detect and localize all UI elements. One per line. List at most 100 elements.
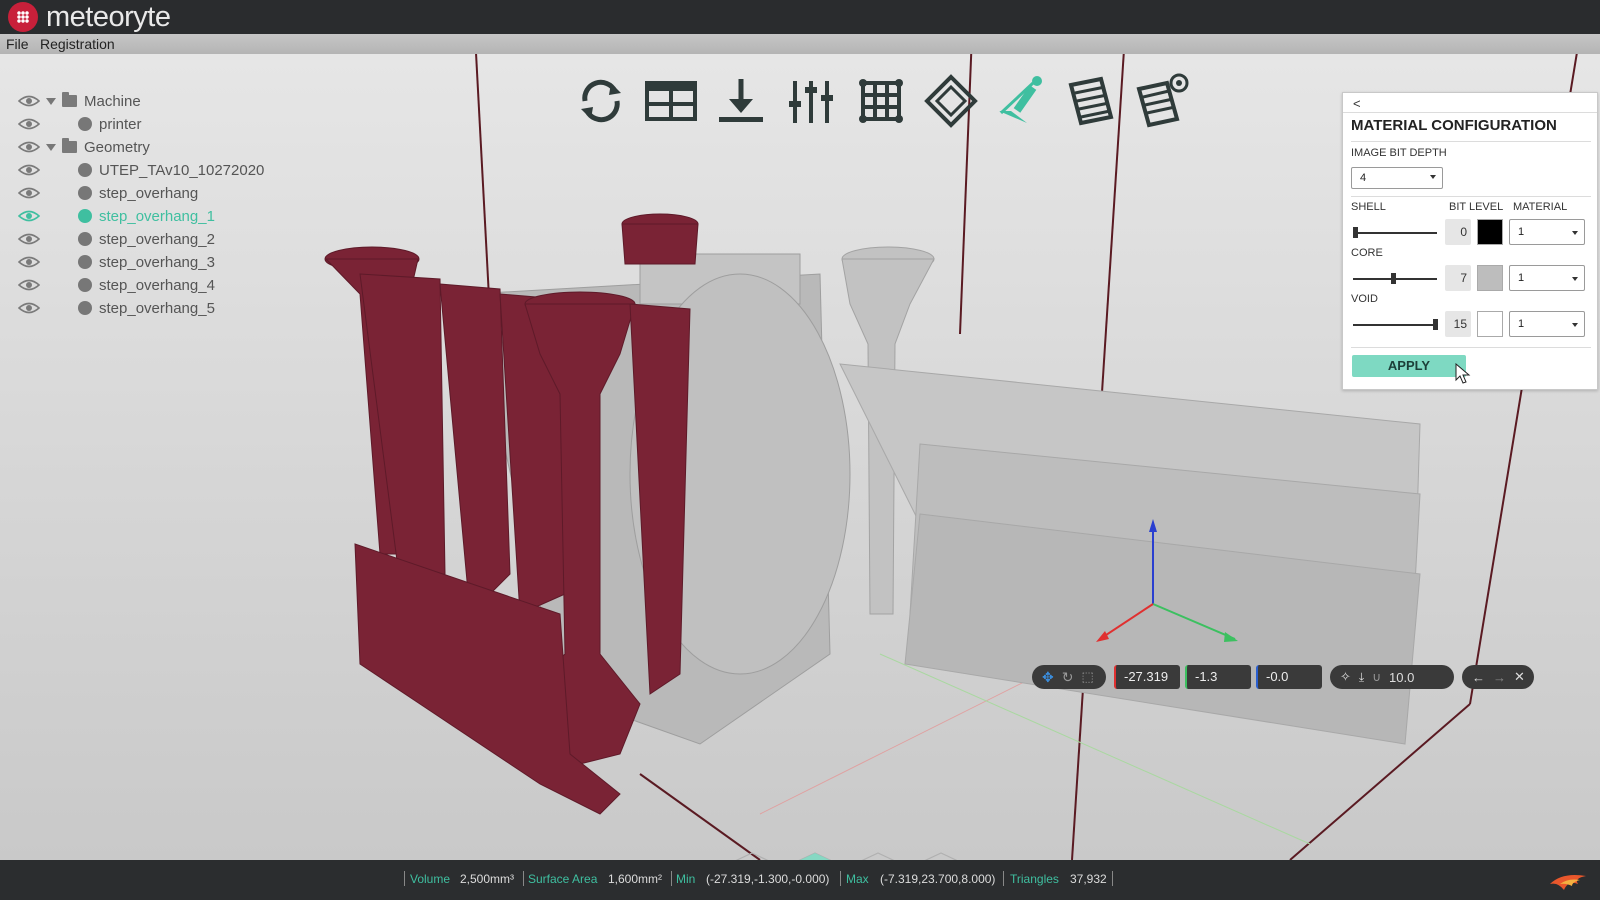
pen-icon[interactable]	[990, 70, 1052, 132]
min-label: Min	[676, 872, 696, 886]
tree-item-label: step_overhang	[99, 184, 199, 202]
tree-item-label: step_overhang_4	[99, 276, 215, 294]
position-z-input[interactable]: -0.0	[1256, 665, 1322, 689]
visibility-eye-icon[interactable]	[18, 186, 40, 200]
position-x-input[interactable]: -27.319	[1114, 665, 1180, 689]
triangles-label: Triangles	[1010, 872, 1059, 886]
move-icon[interactable]: ✥	[1042, 669, 1054, 686]
position-y-input[interactable]: -1.3	[1185, 665, 1251, 689]
core-color-swatch[interactable]	[1477, 265, 1503, 291]
panel-divider	[1351, 347, 1591, 348]
menu-file[interactable]: File	[6, 36, 29, 52]
material-header: MATERIAL	[1513, 201, 1568, 213]
undo-icon[interactable]: ←	[1472, 670, 1485, 685]
download-icon[interactable]	[710, 70, 772, 132]
tree-item[interactable]: step_overhang	[78, 182, 198, 204]
visibility-eye-icon[interactable]	[18, 117, 40, 131]
tree-item-label: UTEP_TAv10_10272020	[99, 161, 265, 179]
status-bar: Volume 2,500mm³ Surface Area 1,600mm² Mi…	[0, 860, 1600, 900]
visibility-eye-icon[interactable]	[18, 163, 40, 177]
void-bit-slider[interactable]	[1353, 319, 1438, 330]
surface-area-label: Surface Area	[528, 872, 598, 886]
menu-registration[interactable]: Registration	[40, 36, 115, 52]
surface-area-value: 1,600mm²	[608, 872, 663, 886]
slider-thumb[interactable]	[1433, 319, 1438, 330]
tree-item[interactable]: Geometry	[46, 136, 150, 158]
void-color-swatch[interactable]	[1477, 311, 1503, 337]
visibility-eye-icon[interactable]	[18, 278, 40, 292]
tree-item[interactable]: printer	[78, 113, 142, 135]
mesh-object-icon	[78, 255, 92, 269]
view-cube-side[interactable]	[861, 852, 895, 860]
chevron-down-icon	[1430, 175, 1436, 179]
magnet-icon[interactable]: ∪	[1372, 670, 1381, 684]
tree-item[interactable]: step_overhang_5	[78, 297, 215, 319]
history-group: ← → ✕	[1462, 665, 1534, 689]
tree-item[interactable]: Machine	[46, 90, 141, 112]
visibility-eye-icon[interactable]	[18, 140, 40, 154]
tree-item[interactable]: step_overhang_4	[78, 274, 215, 296]
diamond-icon[interactable]	[920, 70, 982, 132]
panel-divider	[1343, 112, 1597, 113]
void-material-select[interactable]: 1	[1509, 311, 1585, 337]
shell-color-swatch[interactable]	[1477, 219, 1503, 245]
view-cube-front[interactable]	[735, 852, 769, 860]
visibility-eye-icon[interactable]	[18, 94, 40, 108]
close-icon[interactable]: ✕	[1514, 669, 1525, 685]
image-bit-depth-select[interactable]: 4	[1351, 167, 1443, 189]
slice-preview-icon[interactable]	[1130, 70, 1192, 132]
rotate-icon[interactable]: ↻	[1062, 669, 1074, 686]
visibility-eye-icon[interactable]	[18, 209, 40, 223]
snap-group: ✧ ⤓ ∪ 10.0	[1330, 665, 1454, 689]
redo-icon[interactable]: →	[1493, 670, 1506, 685]
transform-mode-group: ✥ ↻ ⬚	[1032, 665, 1106, 689]
volume-value: 2,500mm³	[460, 872, 515, 886]
refresh-icon[interactable]	[570, 70, 632, 132]
folder-icon	[62, 92, 77, 107]
scale-icon[interactable]: ⬚	[1081, 669, 1093, 685]
panel-collapse-button[interactable]: <	[1353, 96, 1361, 111]
tree-item-label: step_overhang_1	[99, 207, 215, 225]
image-bit-depth-value: 4	[1360, 172, 1367, 184]
chevron-down-icon	[1572, 323, 1578, 327]
slider-thumb[interactable]	[1353, 227, 1358, 238]
visibility-eye-icon[interactable]	[18, 301, 40, 315]
grid-icon[interactable]	[850, 70, 912, 132]
apply-button[interactable]: APPLY	[1352, 355, 1466, 377]
layout-icon[interactable]	[640, 70, 702, 132]
sliders-icon[interactable]	[780, 70, 842, 132]
core-material-select[interactable]: 1	[1509, 265, 1585, 291]
center-icon[interactable]: ✧	[1340, 669, 1351, 685]
view-cubes	[735, 852, 958, 860]
tree-item-label: printer	[99, 115, 142, 133]
tree-item[interactable]: step_overhang_3	[78, 251, 215, 273]
material-configuration-panel: < MATERIAL CONFIGURATION IMAGE BIT DEPTH…	[1342, 92, 1598, 390]
expand-triangle-icon[interactable]	[46, 97, 56, 105]
core-bit-level-value: 7	[1445, 265, 1471, 291]
visibility-eye-icon[interactable]	[18, 255, 40, 269]
view-cube-iso[interactable]	[924, 852, 958, 860]
visibility-eye-icon[interactable]	[18, 232, 40, 246]
status-separator	[1112, 871, 1113, 886]
core-bit-slider[interactable]	[1353, 273, 1437, 284]
mesh-object-icon	[78, 117, 92, 131]
tree-item[interactable]: step_overhang_2	[78, 228, 215, 250]
app-logo: meteoryte	[8, 2, 171, 32]
panel-title: MATERIAL CONFIGURATION	[1351, 117, 1557, 134]
status-separator	[404, 871, 405, 886]
status-separator	[671, 871, 672, 886]
tree-item[interactable]: step_overhang_1	[78, 205, 215, 227]
tree-item[interactable]: UTEP_TAv10_10272020	[78, 159, 264, 181]
triangles-value: 37,932	[1070, 872, 1107, 886]
shell-bit-slider[interactable]	[1353, 227, 1437, 238]
slider-thumb[interactable]	[1391, 273, 1396, 284]
title-bar: meteoryte	[0, 0, 1600, 34]
drop-to-floor-icon[interactable]: ⤓	[1359, 670, 1364, 685]
expand-triangle-icon[interactable]	[46, 143, 56, 151]
view-cube-top[interactable]	[798, 852, 832, 860]
slice-stack-icon[interactable]	[1060, 70, 1122, 132]
shell-material-select[interactable]: 1	[1509, 219, 1585, 245]
status-separator	[1003, 871, 1004, 886]
mesh-object-icon	[78, 209, 92, 223]
snap-value[interactable]: 10.0	[1389, 670, 1414, 685]
